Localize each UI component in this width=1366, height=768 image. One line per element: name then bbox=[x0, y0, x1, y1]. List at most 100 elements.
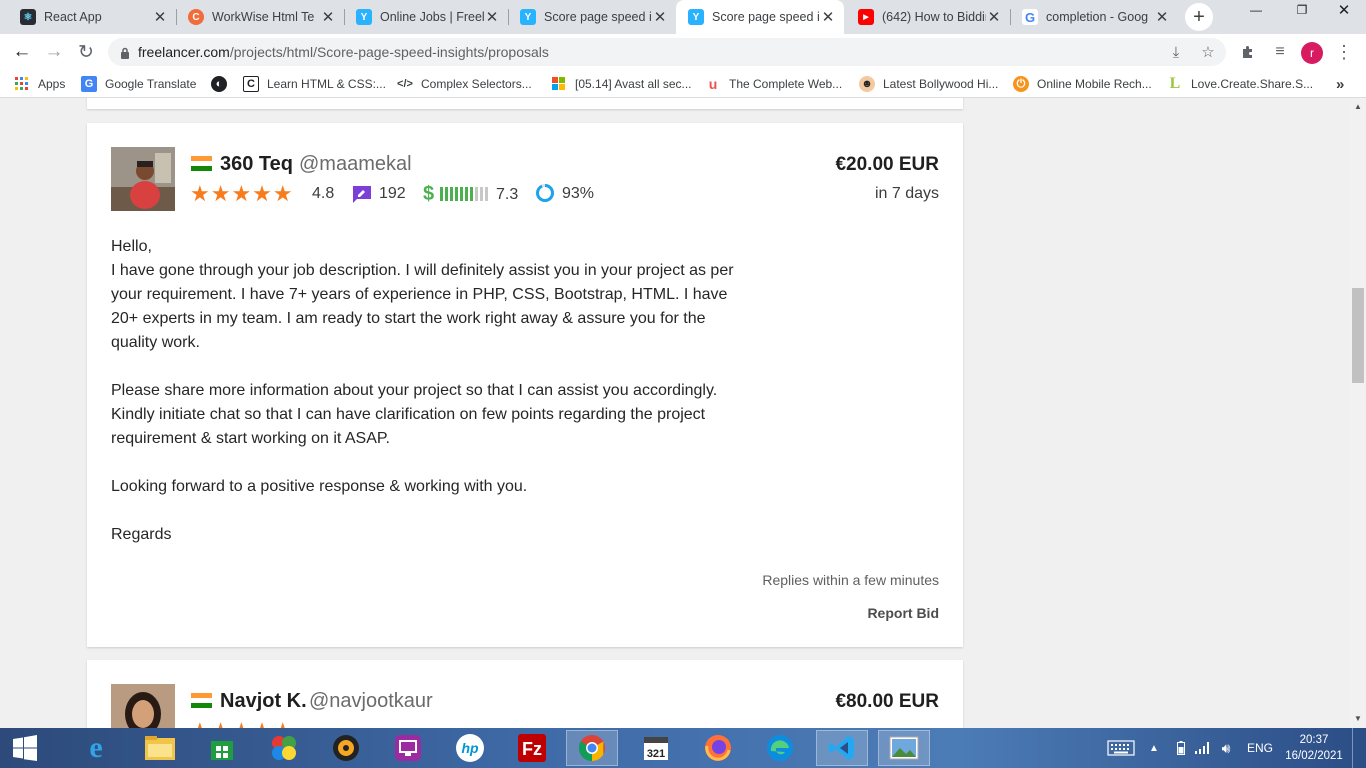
page-scrollbar[interactable]: ▲ ▼ bbox=[1350, 98, 1366, 728]
network-signal-icon[interactable] bbox=[1194, 728, 1212, 768]
close-tab-icon[interactable]: ✕ bbox=[820, 8, 836, 26]
recharge-icon: ⏻ bbox=[1013, 76, 1029, 92]
media-player-icon[interactable] bbox=[320, 730, 372, 766]
proposal-card: Navjot K. @navjootkaur ★★★★★ €80.00 EUR bbox=[87, 660, 963, 728]
store-icon[interactable] bbox=[196, 730, 248, 766]
more-menu-icon[interactable]: ⋮ bbox=[1330, 38, 1358, 66]
show-desktop-button[interactable] bbox=[1352, 728, 1366, 768]
start-button[interactable] bbox=[0, 730, 50, 766]
close-tab-icon[interactable]: ✕ bbox=[484, 8, 500, 26]
svg-text:Fz: Fz bbox=[522, 739, 542, 759]
bookmark-mobile-recharge[interactable]: ⏻ Online Mobile Rech... bbox=[1013, 74, 1152, 94]
letter-l-icon: L bbox=[1169, 75, 1181, 92]
minimize-button[interactable]: — bbox=[1234, 0, 1278, 20]
freelancer-icon: Y bbox=[356, 9, 372, 25]
close-window-button[interactable]: ✕ bbox=[1322, 0, 1366, 20]
close-tab-icon[interactable]: ✕ bbox=[1154, 8, 1170, 26]
forward-button[interactable]: → bbox=[40, 38, 68, 66]
bookmark-avast[interactable]: [05.14] Avast all sec... bbox=[551, 74, 692, 94]
close-tab-icon[interactable]: ✕ bbox=[652, 8, 668, 26]
freelancer-avatar[interactable] bbox=[111, 684, 175, 728]
chrome-icon[interactable] bbox=[566, 730, 618, 766]
tab-react-app[interactable]: ⚛ React App ✕ bbox=[8, 0, 176, 34]
remote-desktop-icon[interactable] bbox=[382, 730, 434, 766]
bookmark-complete-web[interactable]: u The Complete Web... bbox=[705, 74, 842, 94]
tab-score-page-speed-1[interactable]: Y Score page speed i ✕ bbox=[508, 0, 676, 34]
freelancer-name[interactable]: Navjot K. bbox=[220, 690, 307, 713]
scroll-down-arrow-icon[interactable]: ▼ bbox=[1354, 714, 1362, 723]
battery-icon[interactable] bbox=[1172, 728, 1190, 768]
completion-rate: 93% bbox=[562, 185, 595, 202]
freelancer-handle[interactable]: @maamekal bbox=[299, 153, 412, 176]
edge-icon[interactable] bbox=[754, 730, 806, 766]
scrollbar-thumb[interactable] bbox=[1352, 288, 1364, 383]
filezilla-icon[interactable]: Fz bbox=[506, 730, 558, 766]
file-explorer-icon[interactable] bbox=[134, 730, 186, 766]
system-clock[interactable]: 20:37 16/02/2021 bbox=[1282, 732, 1346, 764]
puzzle-app-icon[interactable] bbox=[258, 730, 310, 766]
code-icon: </> bbox=[397, 78, 413, 90]
bookmark-globe[interactable]: ◐ bbox=[211, 74, 235, 94]
bookmark-learn-html[interactable]: C Learn HTML & CSS:... bbox=[243, 74, 386, 94]
bookmark-google-translate[interactable]: G Google Translate bbox=[81, 74, 196, 94]
volume-icon[interactable]: 🔊︎ bbox=[1216, 728, 1236, 768]
profile-avatar[interactable]: r bbox=[1301, 42, 1323, 64]
tray-overflow-icon[interactable]: ▲ bbox=[1146, 728, 1162, 768]
report-bid-button[interactable]: Report Bid bbox=[867, 605, 939, 621]
bookmark-star-icon[interactable]: ☆ bbox=[1194, 38, 1222, 66]
close-tab-icon[interactable]: ✕ bbox=[152, 8, 168, 26]
proposal-card: 360 Teq @maamekal ★★★★★ 4.8 192 $ 7.3 93… bbox=[87, 123, 963, 647]
tab-score-page-speed-active[interactable]: Y Score page speed i ✕ bbox=[676, 0, 844, 34]
dollar-icon: $ bbox=[423, 183, 435, 205]
freelancer-icon: Y bbox=[688, 9, 704, 25]
close-tab-icon[interactable]: ✕ bbox=[320, 8, 336, 26]
browser-toolbar: ← → ↻ freelancer.com/projects/html/Score… bbox=[0, 34, 1366, 70]
install-app-icon[interactable]: ⤓ bbox=[1162, 38, 1190, 66]
tab-online-jobs[interactable]: Y Online Jobs | Freela ✕ bbox=[344, 0, 508, 34]
page-viewport: 360 Teq @maamekal ★★★★★ 4.8 192 $ 7.3 93… bbox=[0, 98, 1350, 728]
address-bar[interactable]: freelancer.com/projects/html/Score-page-… bbox=[108, 38, 1226, 66]
language-indicator[interactable]: ENG bbox=[1244, 728, 1276, 768]
bid-price: €20.00 EUR bbox=[835, 154, 939, 175]
bookmark-apps[interactable]: Apps bbox=[14, 74, 65, 94]
firefox-icon[interactable] bbox=[692, 730, 744, 766]
india-flag-icon bbox=[191, 693, 212, 708]
media-queue-icon[interactable]: ≡ bbox=[1266, 38, 1294, 66]
back-button[interactable]: ← bbox=[8, 38, 36, 66]
extensions-puzzle-icon[interactable] bbox=[1234, 38, 1262, 66]
vscode-icon[interactable] bbox=[816, 730, 868, 766]
description-paragraph: Please share more information about your… bbox=[111, 382, 718, 447]
reload-button[interactable]: ↻ bbox=[72, 38, 100, 66]
calendar-321-icon[interactable]: 321 bbox=[630, 730, 682, 766]
tab-youtube[interactable]: ▶ (642) How to Biddin ✕ bbox=[846, 0, 1010, 34]
person-icon: ☻ bbox=[859, 76, 875, 92]
internet-explorer-icon[interactable]: e bbox=[70, 730, 122, 766]
restore-button[interactable]: ❐ bbox=[1280, 0, 1324, 20]
clock-date: 16/02/2021 bbox=[1285, 750, 1343, 762]
tab-workwise[interactable]: C WorkWise Html Te ✕ bbox=[176, 0, 344, 34]
description-paragraph: Regards bbox=[111, 526, 172, 543]
photos-icon[interactable] bbox=[878, 730, 930, 766]
bookmarks-bar: Apps G Google Translate ◐ C Learn HTML &… bbox=[0, 70, 1366, 98]
lock-icon[interactable] bbox=[120, 46, 130, 59]
close-tab-icon[interactable]: ✕ bbox=[986, 8, 1002, 26]
udemy-icon: u bbox=[708, 76, 718, 92]
freelancer-name[interactable]: 360 Teq bbox=[220, 153, 293, 176]
bookmark-bollywood[interactable]: ☻ Latest Bollywood Hi... bbox=[859, 74, 998, 94]
freelancer-handle[interactable]: @navjootkaur bbox=[309, 690, 433, 713]
google-translate-icon: G bbox=[81, 76, 97, 92]
hp-icon[interactable]: hp bbox=[444, 730, 496, 766]
scroll-up-arrow-icon[interactable]: ▲ bbox=[1354, 102, 1362, 111]
windows-taskbar: e hp Fz 321 ▲ 🔊︎ ENG 20:37 16/02/2021 bbox=[0, 728, 1366, 768]
bookmark-complex-selectors[interactable]: </> Complex Selectors... bbox=[397, 74, 532, 94]
bookmark-love-create[interactable]: L Love.Create.Share.S... bbox=[1167, 74, 1313, 94]
new-tab-button[interactable]: + bbox=[1185, 3, 1213, 31]
keyboard-icon[interactable] bbox=[1104, 728, 1138, 768]
svg-text:hp: hp bbox=[461, 740, 479, 756]
workwise-icon: C bbox=[188, 9, 204, 25]
tab-google-completion[interactable]: G completion - Goog ✕ bbox=[1010, 0, 1178, 34]
earnings-score: 7.3 bbox=[496, 186, 519, 203]
freelancer-avatar[interactable] bbox=[111, 147, 175, 211]
description-paragraph: Hello, I have gone through your job desc… bbox=[111, 238, 734, 351]
bookmarks-overflow-button[interactable]: » bbox=[1336, 74, 1344, 94]
